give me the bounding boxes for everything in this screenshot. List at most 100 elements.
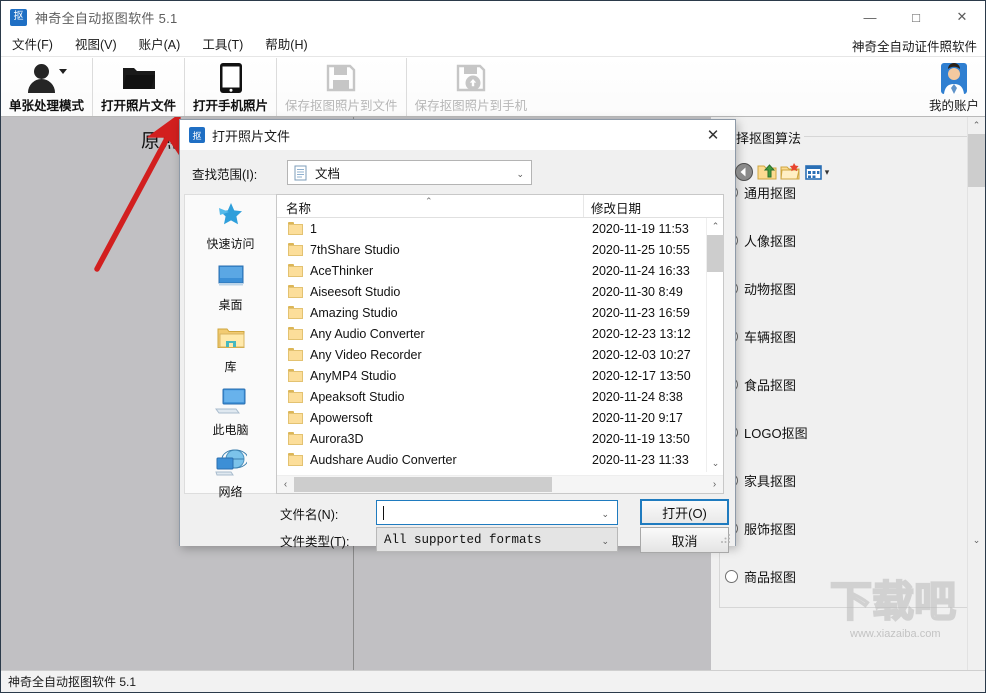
radio-indicator xyxy=(725,570,738,583)
radio-label: 通用抠图 xyxy=(744,186,797,201)
maximize-button[interactable]: □ xyxy=(893,1,939,33)
dialog-cancel-button[interactable]: 取消 xyxy=(640,527,729,553)
view-mode-chevron-icon[interactable]: ▾ xyxy=(821,161,833,183)
scroll-down-arrow-icon[interactable]: ⌄ xyxy=(968,532,985,549)
panel-scrollbar[interactable]: ⌃ ⌄ xyxy=(967,117,985,671)
column-header-name[interactable]: 名称 ⌃ xyxy=(277,195,583,217)
main-toolbar: 单张处理模式 打开照片文件 打开手机照片 保存抠图照片到文件 保存抠图照片到手机… xyxy=(1,58,985,117)
table-row[interactable]: Any Audio Converter 2020-12-23 13:12 xyxy=(277,323,707,344)
chevron-down-icon[interactable]: ⌄ xyxy=(601,509,609,520)
place-library[interactable]: 库 xyxy=(185,319,276,381)
table-row[interactable]: 7thShare Studio 2020-11-25 10:55 xyxy=(277,239,707,260)
new-folder-icon[interactable] xyxy=(779,161,801,183)
place-desktop[interactable]: 桌面 xyxy=(185,257,276,319)
toolbar-open-phone-photo-button[interactable]: 打开手机照片 xyxy=(185,58,278,116)
menu-file[interactable]: 文件(F) xyxy=(1,34,64,56)
file-date-cell: 2020-12-03 10:27 xyxy=(592,347,691,362)
open-folder-icon xyxy=(122,61,156,95)
up-folder-icon[interactable] xyxy=(756,161,778,183)
window-title: 神奇全自动抠图软件 5.1 xyxy=(35,10,178,26)
place-label: 桌面 xyxy=(218,298,243,312)
file-scrollbar-thumb[interactable] xyxy=(707,235,724,272)
toolbar-open-phone-photo-label: 打开手机照片 xyxy=(193,99,269,113)
place-network[interactable]: 网络 xyxy=(185,443,276,505)
menu-account[interactable]: 账户(A) xyxy=(128,34,192,56)
file-scroll-down-icon[interactable]: ⌄ xyxy=(707,455,724,472)
save-floppy-icon xyxy=(326,61,356,95)
file-date-cell: 2020-11-20 9:17 xyxy=(592,410,683,425)
column-header-date[interactable]: 修改日期 xyxy=(583,195,708,217)
file-hscrollbar-thumb[interactable] xyxy=(294,477,552,492)
file-date-cell: 2020-12-17 13:50 xyxy=(592,368,691,383)
file-name-cell: Apowersoft xyxy=(310,410,373,425)
table-row[interactable]: AceThinker 2020-11-24 16:33 xyxy=(277,260,707,281)
table-row[interactable]: Any Video Recorder 2020-12-03 10:27 xyxy=(277,344,707,365)
table-row[interactable]: Amazing Studio 2020-11-23 16:59 xyxy=(277,302,707,323)
lookin-combobox[interactable]: 文档 ⌄ xyxy=(287,160,532,185)
folder-icon xyxy=(288,390,303,403)
file-scroll-right-icon[interactable]: › xyxy=(706,476,723,493)
toolbar-my-account-button[interactable]: 我的账户 xyxy=(929,58,979,116)
file-list-vertical-scrollbar[interactable]: ⌃ ⌄ xyxy=(706,218,724,472)
table-row[interactable]: AnyMP4 Studio 2020-12-17 13:50 xyxy=(277,365,707,386)
dialog-open-button[interactable]: 打开(O) xyxy=(640,499,729,525)
place-label: 库 xyxy=(224,360,237,374)
table-row[interactable]: Apowersoft 2020-11-20 9:17 xyxy=(277,407,707,428)
place-label: 网络 xyxy=(218,484,243,499)
file-name-cell: Aiseesoft Studio xyxy=(310,284,401,299)
folder-icon xyxy=(288,348,303,361)
file-date-cell: 2020-11-19 11:53 xyxy=(592,221,689,236)
close-button[interactable]: ✕ xyxy=(939,1,985,33)
table-row[interactable]: Aurora3D 2020-11-19 13:50 xyxy=(277,428,707,449)
radio-label: 商品抠图 xyxy=(744,570,797,585)
radio-label: 人像抠图 xyxy=(744,234,797,249)
back-icon[interactable] xyxy=(733,161,755,183)
toolbar-save-to-file-button[interactable]: 保存抠图照片到文件 xyxy=(277,58,407,116)
scrollbar-thumb[interactable] xyxy=(968,134,985,187)
dialog-close-button[interactable]: ✕ xyxy=(691,120,735,150)
table-row[interactable]: Apeaksoft Studio 2020-11-24 8:38 xyxy=(277,386,707,407)
toolbar-open-photo-button[interactable]: 打开照片文件 xyxy=(93,58,186,116)
text-caret xyxy=(383,505,384,520)
radio-label: 家具抠图 xyxy=(744,474,797,489)
quick-access-star-icon xyxy=(216,200,246,233)
radio-logo-matting[interactable]: LOGO抠图 xyxy=(725,423,808,442)
file-scroll-up-icon[interactable]: ⌃ xyxy=(707,218,724,235)
folder-icon xyxy=(288,306,303,319)
filetype-select[interactable]: All supported formats ⌄ xyxy=(376,527,618,552)
table-row[interactable]: 1 2020-11-19 11:53 xyxy=(277,218,707,239)
this-pc-icon xyxy=(214,387,247,419)
dialog-resize-grip[interactable] xyxy=(720,532,732,544)
toolbar-save-to-phone-button[interactable]: 保存抠图照片到手机 xyxy=(407,58,536,116)
menu-view[interactable]: 视图(V) xyxy=(64,34,128,56)
filename-label: 文件名(N): xyxy=(280,508,339,522)
filename-input[interactable]: ⌄ xyxy=(376,500,618,525)
menu-tools[interactable]: 工具(T) xyxy=(191,34,254,56)
file-list-horizontal-scrollbar[interactable]: ‹ › xyxy=(277,475,723,493)
file-scroll-left-icon[interactable]: ‹ xyxy=(277,476,294,493)
menu-help[interactable]: 帮助(H) xyxy=(254,34,318,56)
library-folder-icon xyxy=(216,325,246,356)
file-date-cell: 2020-11-19 13:50 xyxy=(592,431,690,446)
folder-icon xyxy=(288,243,303,256)
brand-link-right[interactable]: 神奇全自动证件照软件 xyxy=(852,36,977,55)
folder-icon xyxy=(288,369,303,382)
radio-product-matting[interactable]: 商品抠图 xyxy=(725,567,796,586)
window-titlebar: 抠 神奇全自动抠图软件 5.1 — □ ✕ xyxy=(1,1,985,33)
file-list: 名称 ⌃ 修改日期 1 2020-11-19 11:53 7thShare Stud… xyxy=(276,194,724,494)
table-row[interactable]: Aiseesoft Studio 2020-11-30 8:49 xyxy=(277,281,707,302)
radio-label: LOGO抠图 xyxy=(744,426,808,441)
folder-icon xyxy=(288,264,303,277)
network-icon xyxy=(214,449,248,481)
chevron-down-icon[interactable]: ⌄ xyxy=(601,536,609,547)
statusbar: 神奇全自动抠图软件 5.1 xyxy=(1,670,985,692)
statusbar-text: 神奇全自动抠图软件 5.1 xyxy=(8,675,137,689)
place-quick-access[interactable]: 快速访问 xyxy=(185,195,276,257)
toolbar-single-mode-button[interactable]: 单张处理模式 xyxy=(1,58,94,116)
table-row[interactable]: Audshare Audio Converter 2020-11-23 11:33 xyxy=(277,449,707,470)
place-this-pc[interactable]: 此电脑 xyxy=(185,381,276,443)
scroll-up-arrow-icon[interactable]: ⌃ xyxy=(968,117,985,134)
dialog-places-sidebar: 快速访问 桌面 库 此电脑 网络 xyxy=(184,194,276,499)
chevron-down-icon[interactable]: ⌄ xyxy=(516,169,524,180)
minimize-button[interactable]: — xyxy=(847,1,893,33)
